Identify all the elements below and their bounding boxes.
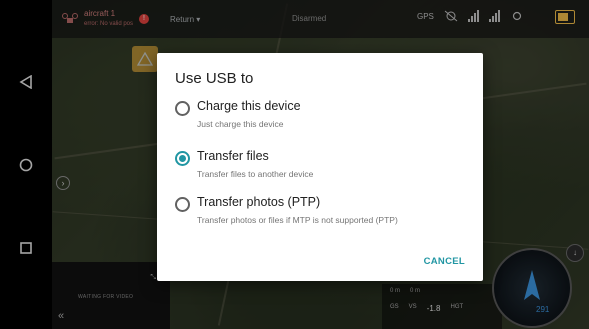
radio-charge[interactable] [175, 101, 190, 116]
option-label: Transfer photos (PTP) [197, 195, 321, 209]
option-label: Transfer files [197, 149, 269, 163]
radio-transfer-photos[interactable] [175, 197, 190, 212]
option-label: Charge this device [197, 99, 301, 113]
option-transfer-files[interactable]: Transfer files Transfer files to another… [173, 149, 473, 191]
option-transfer-photos[interactable]: Transfer photos (PTP) Transfer photos or… [173, 195, 473, 237]
usb-mode-dialog: Use USB to Charge this device Just charg… [157, 53, 483, 281]
option-description: Just charge this device [197, 119, 284, 129]
option-charge[interactable]: Charge this device Just charge this devi… [173, 99, 473, 141]
cancel-button[interactable]: CANCEL [424, 256, 465, 267]
option-description: Transfer photos or files if MTP is not s… [197, 215, 398, 225]
radio-transfer-files[interactable] [175, 151, 190, 166]
dialog-title: Use USB to [175, 70, 254, 87]
option-description: Transfer files to another device [197, 169, 314, 179]
